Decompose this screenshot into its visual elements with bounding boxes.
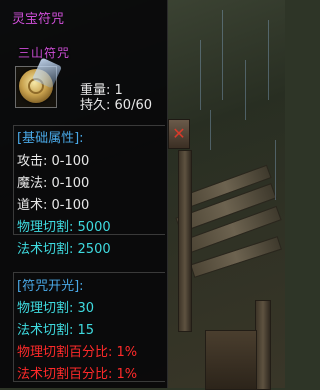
attr-row: 攻击: 0-100 (17, 150, 89, 169)
amulet-attributes-header: [符咒开光]: (17, 279, 84, 294)
attr-value: 0-100 (51, 198, 90, 213)
rain-streak (268, 20, 269, 100)
rain-streak (200, 40, 201, 110)
attr-value: 1% (116, 345, 138, 360)
item-tooltip: 灵宝符咒 三山符咒 重量: 1 持久: 60/60 [基础属性]: 攻击: 0-… (0, 0, 168, 388)
durability-label: 持久: (80, 98, 111, 113)
attr-value: 0-100 (51, 176, 90, 191)
rain-streak (245, 60, 246, 120)
attr-label: 物理切割: (17, 220, 74, 235)
attr-row: 物理切割百分比: 1% (17, 341, 137, 360)
attr-row: 法术切割百分比: 1% (17, 363, 137, 382)
durability-value: 60/60 (114, 98, 152, 113)
attr-label: 法术切割: (17, 242, 74, 257)
attr-value: 0-100 (51, 154, 90, 169)
close-button[interactable]: ✕ (168, 119, 190, 149)
attr-row: 物理切割: 30 (17, 297, 94, 316)
attr-value: 15 (77, 323, 95, 338)
attr-label: 法术切割百分比: (17, 367, 113, 382)
attr-label: 魔法: (17, 176, 48, 191)
durability-row: 持久: 60/60 (80, 94, 152, 113)
wooden-post (178, 150, 192, 332)
attr-label: 法术切割: (17, 323, 74, 338)
item-icon-slot (15, 57, 63, 108)
attr-value: 30 (77, 301, 95, 316)
rain-streak (222, 10, 223, 100)
attr-row: 魔法: 0-100 (17, 172, 89, 191)
base-attributes-header: [基础属性]: (17, 131, 84, 146)
close-icon: ✕ (172, 124, 186, 143)
attr-value: 5000 (77, 220, 111, 235)
attr-value: 2500 (77, 242, 111, 257)
attr-label: 物理切割百分比: (17, 345, 113, 360)
tooltip-title: 灵宝符咒 (12, 12, 65, 27)
attr-label: 道术: (17, 198, 48, 213)
rain-streak (275, 140, 276, 200)
attr-label: 物理切割: (17, 301, 74, 316)
wooden-crate (205, 330, 257, 390)
wooden-post (255, 300, 271, 390)
attr-row: 物理切割: 5000 (17, 216, 111, 235)
attr-value: 1% (116, 367, 138, 382)
attr-row: 法术切割: 15 (17, 319, 94, 338)
attr-row: 道术: 0-100 (17, 194, 89, 213)
rain-streak (210, 110, 211, 150)
attr-label: 攻击: (17, 154, 48, 169)
attr-row: 法术切割: 2500 (17, 238, 111, 257)
